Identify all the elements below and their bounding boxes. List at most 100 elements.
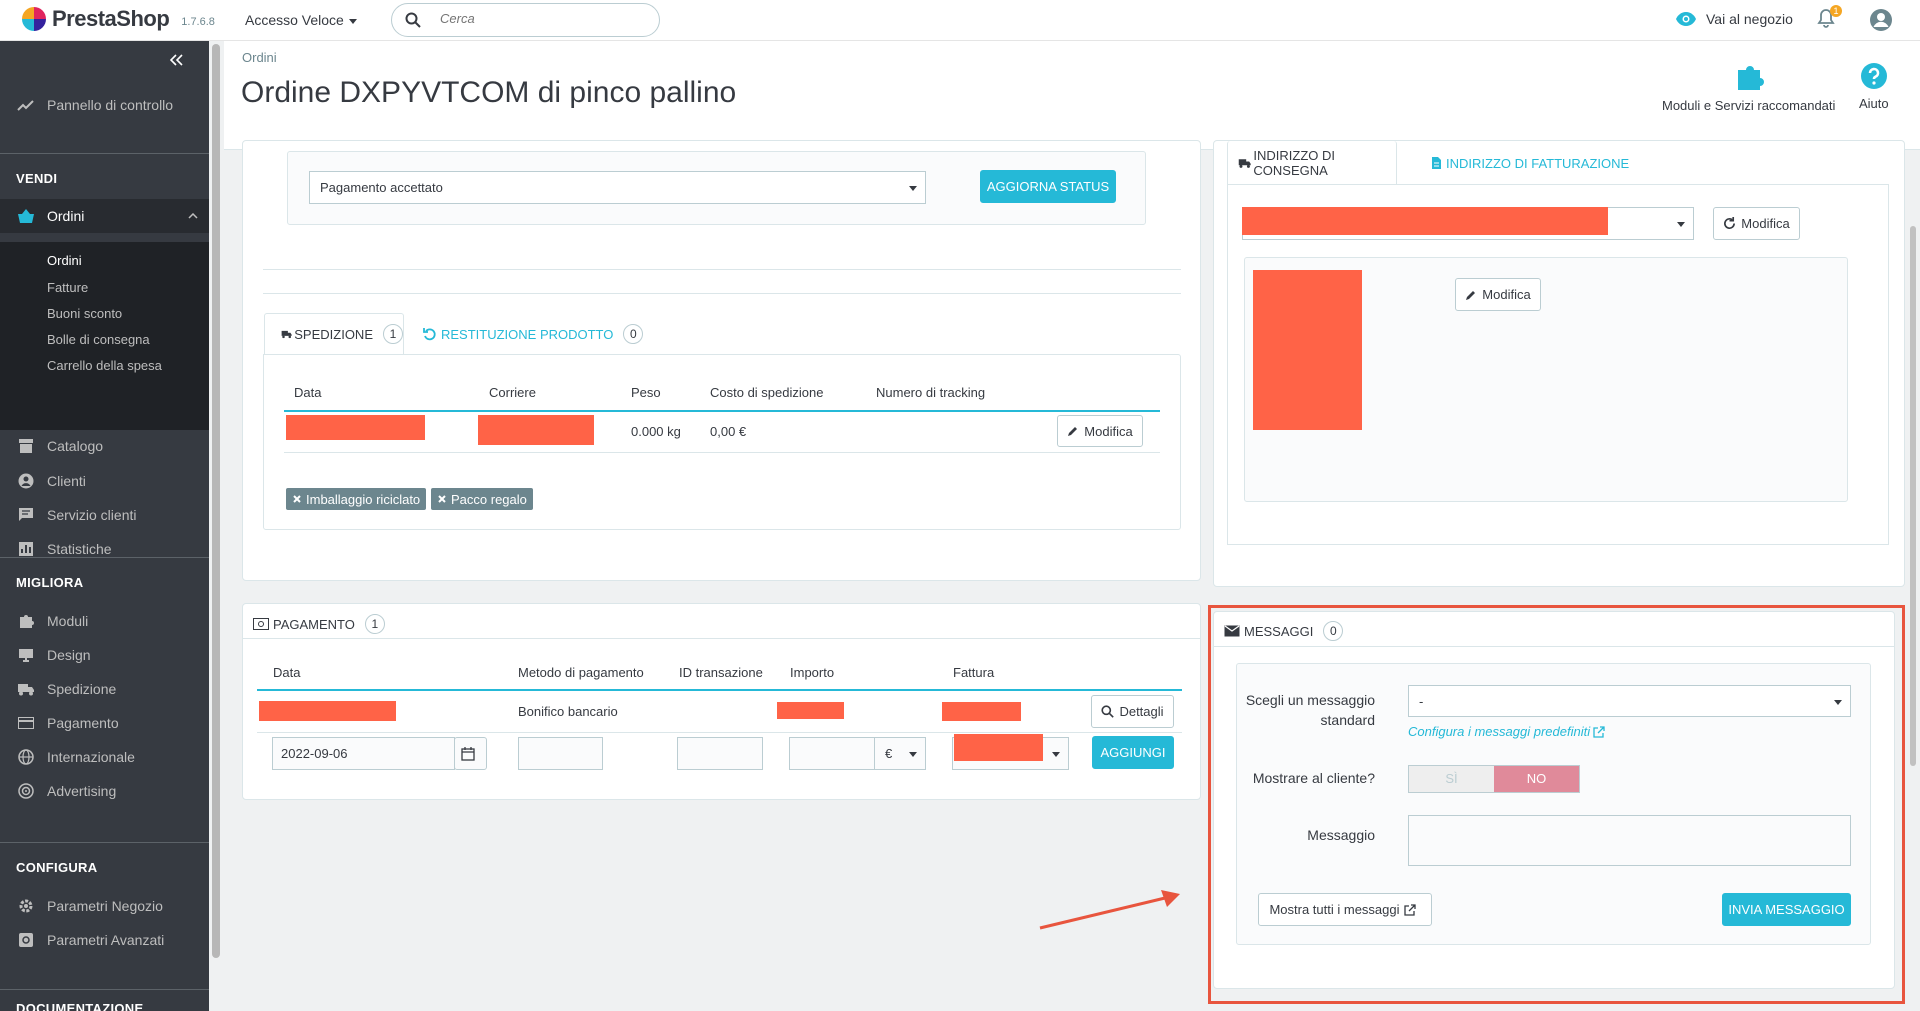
shipping-weight: 0.000 kg — [631, 424, 681, 439]
tab-product-return[interactable]: RESTITUZIONE PRODOTTO 0 — [423, 313, 644, 355]
redacted-amount — [777, 702, 844, 719]
header-underline — [257, 689, 1182, 691]
collapse-sidebar-button[interactable] — [169, 53, 184, 71]
tag-gift-wrap: Pacco regalo — [431, 488, 533, 510]
column-header: Metodo di pagamento — [518, 665, 644, 680]
submenu-orders[interactable]: Ordini — [47, 253, 82, 268]
target-icon — [17, 782, 35, 800]
sidebar-item-orders[interactable]: Ordini — [0, 199, 209, 233]
transaction-id-input[interactable] — [677, 737, 763, 770]
redacted-date — [286, 415, 425, 440]
submenu-vouchers[interactable]: Buoni sconto — [47, 306, 122, 321]
notification-badge: 1 — [1830, 5, 1842, 17]
count-badge: 1 — [364, 614, 385, 634]
section-configure: CONFIGURA — [16, 860, 98, 875]
status-select[interactable]: Pagamento accettato — [309, 171, 926, 204]
payment-method-input[interactable] — [518, 737, 603, 770]
sidebar-item-stats[interactable]: Statistiche — [0, 532, 209, 566]
payment-date-input[interactable]: 2022-09-06 — [272, 737, 455, 770]
section-improve: MIGLIORA — [16, 575, 84, 590]
breadcrumb[interactable]: Ordini — [242, 50, 277, 65]
divider — [263, 293, 1181, 294]
edit-address-select-button[interactable]: Modifica — [1713, 207, 1800, 240]
sidebar-item-customer-service[interactable]: Servizio clienti — [0, 498, 209, 532]
divider — [0, 557, 209, 558]
chat-icon — [17, 506, 35, 524]
caret-down-icon — [348, 18, 357, 24]
sidebar-item-customers[interactable]: Clienti — [0, 464, 209, 498]
submenu-invoices[interactable]: Fatture — [47, 280, 88, 295]
calendar-button[interactable] — [454, 737, 487, 770]
tab-delivery-address[interactable]: INDIRIZZO DI CONSEGNA — [1227, 141, 1397, 185]
recommended-modules-button[interactable]: Moduli e Servizi raccomandati — [1662, 62, 1835, 113]
payment-details-button[interactable]: Dettagli — [1091, 695, 1174, 728]
money-icon — [253, 618, 269, 630]
user-avatar[interactable] — [1869, 8, 1893, 35]
sidebar-scrollbar[interactable] — [212, 44, 222, 958]
search-input[interactable] — [440, 11, 640, 26]
sidebar-item-label: Spedizione — [47, 681, 117, 697]
sidebar-item-dashboard[interactable]: Pannello di controllo — [0, 88, 209, 122]
scrollbar-thumb[interactable] — [212, 44, 220, 958]
document-icon — [1432, 157, 1441, 169]
pencil-icon — [1466, 290, 1476, 300]
sidebar-item-shop-parameters[interactable]: Parametri Negozio — [0, 889, 209, 923]
payment-panel-heading: PAGAMENTO 1 — [253, 614, 385, 634]
divider — [243, 638, 1200, 639]
toolbar-label: Moduli e Servizi raccomandati — [1662, 98, 1836, 113]
prestashop-logo[interactable]: PrestaShop 1.7.6.8 — [22, 6, 215, 32]
add-payment-button[interactable]: AGGIUNGI — [1092, 736, 1174, 769]
sidebar-item-modules[interactable]: Moduli — [0, 604, 209, 638]
sidebar-item-advertising[interactable]: Advertising — [0, 774, 209, 808]
update-status-button[interactable]: AGGIORNA STATUS — [980, 170, 1116, 203]
pencil-icon — [1068, 427, 1078, 436]
user-icon — [1870, 9, 1892, 31]
redacted-invoice — [942, 702, 1021, 721]
sidebar-item-payment[interactable]: Pagamento — [0, 706, 209, 740]
divider — [0, 153, 209, 154]
sidebar-item-label: Advertising — [47, 783, 117, 799]
scrollbar-thumb[interactable] — [1910, 226, 1916, 766]
caret-down-icon — [909, 752, 917, 757]
main-scrollbar[interactable] — [1906, 42, 1920, 1011]
help-button[interactable]: Aiuto — [1859, 62, 1889, 111]
sidebar-item-label: Clienti — [47, 473, 86, 489]
count-badge: 1 — [383, 324, 403, 344]
chevron-up-icon — [188, 213, 198, 219]
column-header: Data — [273, 665, 301, 680]
column-header: Data — [294, 385, 322, 400]
submenu-delivery-slips[interactable]: Bolle di consegna — [47, 332, 150, 347]
sidebar-item-advanced-parameters[interactable]: Parametri Avanzati — [0, 923, 209, 957]
amount-input[interactable] — [789, 737, 875, 770]
desktop-icon — [17, 646, 35, 664]
edit-shipping-button[interactable]: Modifica — [1057, 415, 1143, 447]
address-panel: INDIRIZZO DI CONSEGNA INDIRIZZO DI FATTU… — [1213, 140, 1905, 587]
sidebar-item-international[interactable]: Internazionale — [0, 740, 209, 774]
column-header: Numero di tracking — [876, 385, 986, 400]
section-sell: VENDI — [16, 171, 58, 186]
tab-label: RESTITUZIONE PRODOTTO — [441, 326, 614, 342]
currency-select[interactable]: € — [874, 737, 926, 770]
caret-down-icon — [909, 186, 917, 191]
toolbar-label: Aiuto — [1859, 96, 1889, 111]
search-icon — [1101, 705, 1115, 718]
sidebar-item-shipping[interactable]: Spedizione — [0, 672, 209, 706]
globe-icon — [17, 748, 35, 766]
sidebar-item-label: Ordini — [47, 208, 85, 224]
sidebar-item-catalog[interactable]: Catalogo — [0, 429, 209, 463]
tab-invoice-address[interactable]: INDIRIZZO DI FATTURAZIONE — [1431, 141, 1629, 185]
edit-address-button[interactable]: Modifica — [1455, 278, 1541, 311]
section-documentation: DOCUMENTAZIONE — [16, 1001, 144, 1011]
help-icon — [1860, 63, 1887, 89]
brand-name: PrestaShop — [52, 6, 170, 31]
sidebar-item-design[interactable]: Design — [0, 638, 209, 672]
notifications-button[interactable]: 1 — [1817, 5, 1842, 31]
search-box[interactable] — [391, 3, 660, 37]
view-shop-link[interactable]: Vai al negozio — [1676, 11, 1793, 27]
tag-recycled-packaging: Imballaggio riciclato — [286, 488, 427, 510]
submenu-carts[interactable]: Carrello della spesa — [47, 358, 162, 373]
quick-access-dropdown[interactable]: Accesso Veloce — [245, 12, 357, 28]
column-header: Costo di spedizione — [710, 385, 824, 400]
top-bar: PrestaShop 1.7.6.8 Accesso Veloce Vai al… — [0, 0, 1920, 41]
tab-shipping[interactable]: SPEDIZIONE 1 — [264, 313, 404, 355]
